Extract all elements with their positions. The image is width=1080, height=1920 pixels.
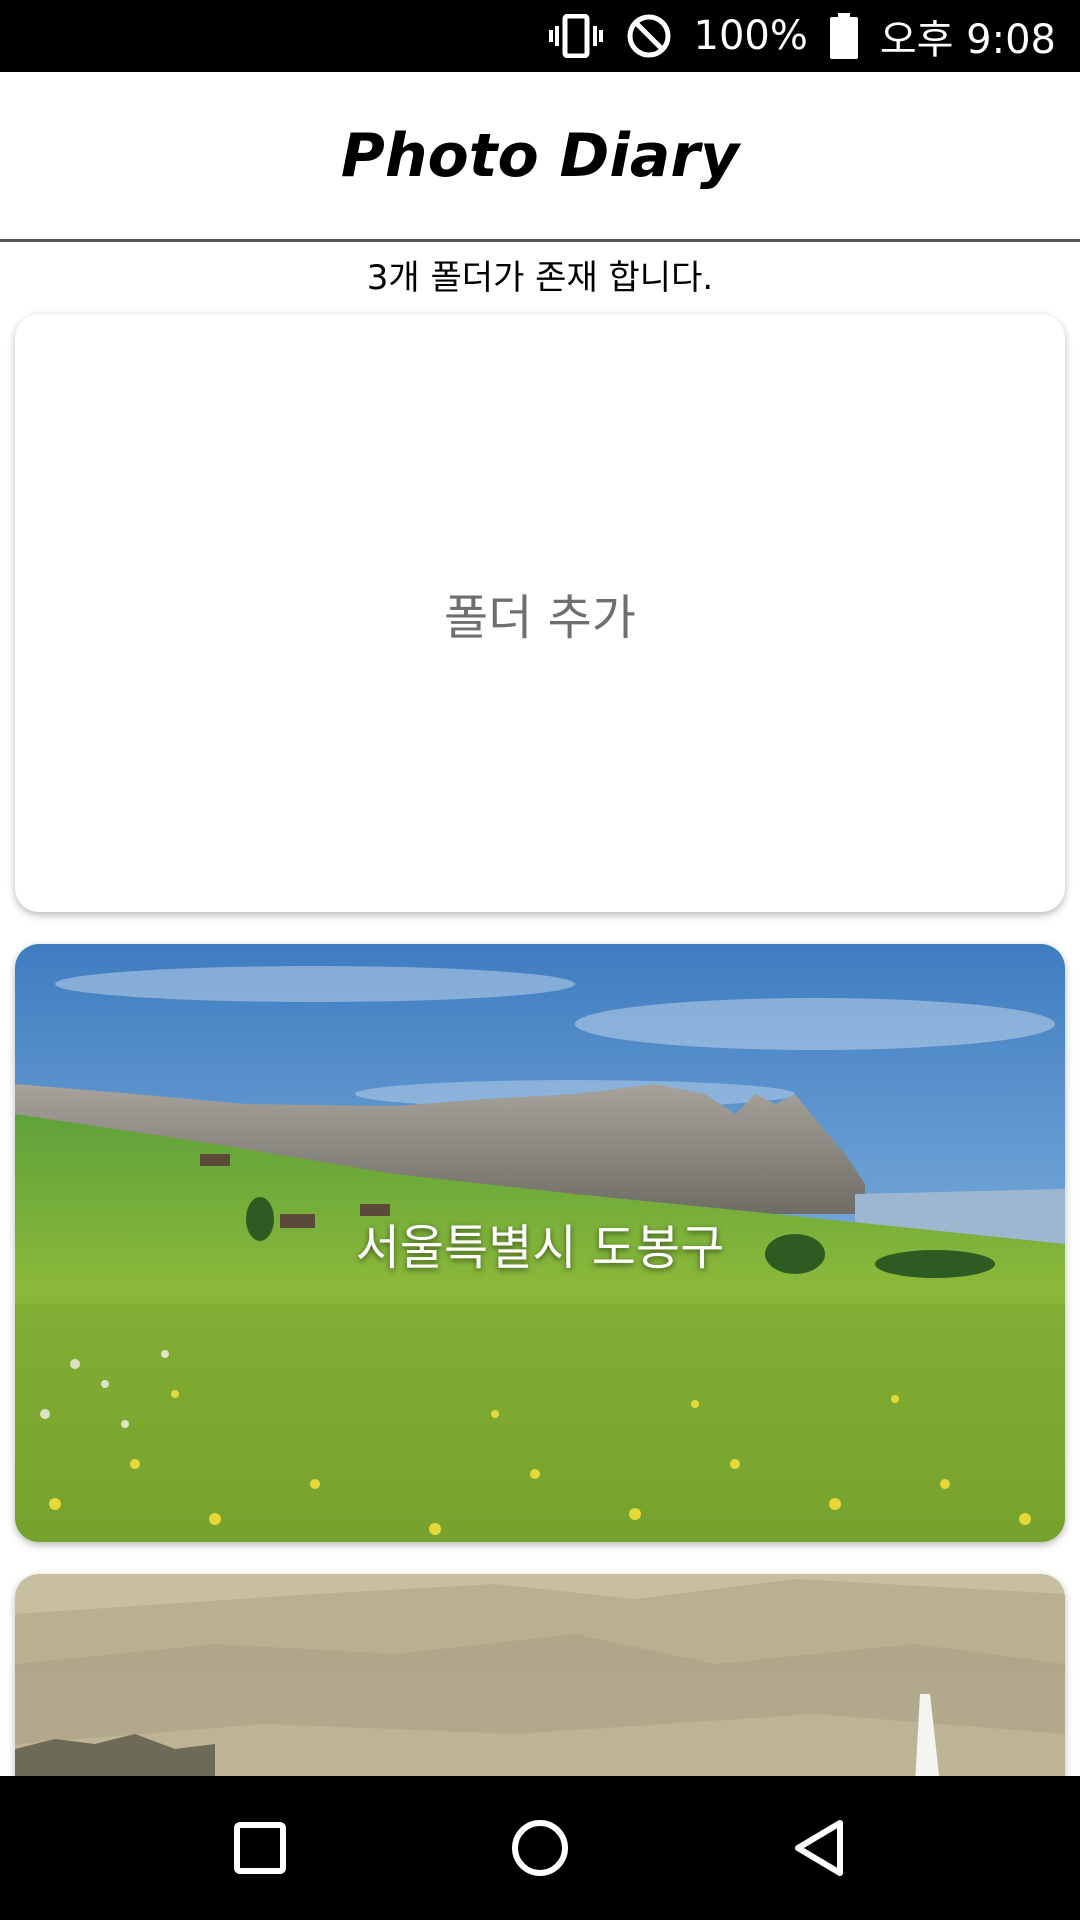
app-title: Photo Diary <box>340 120 740 191</box>
add-folder-card[interactable]: 폴더 추가 <box>15 314 1065 912</box>
folder-count-text: 3개 폴더가 존재 합니다. <box>366 257 714 298</box>
navigation-bar <box>0 1776 1080 1920</box>
vibrate-icon <box>548 14 604 58</box>
add-folder-label: 폴더 추가 <box>444 590 636 646</box>
app-bar: Photo Diary <box>0 72 1080 242</box>
status-bar: 100% 오후 9:08 <box>0 0 1080 72</box>
folder-label: 서울특별시 도봉구 <box>355 1220 725 1276</box>
recents-square-icon[interactable] <box>200 1788 320 1908</box>
battery-percent: 100% <box>693 13 808 59</box>
battery-icon <box>829 13 858 59</box>
clock: 오후 9:08 <box>879 17 1056 63</box>
home-circle-icon[interactable] <box>480 1788 600 1908</box>
folder-card[interactable]: 서울특별시 도봉구 <box>15 944 1065 1542</box>
back-triangle-icon[interactable] <box>760 1788 880 1908</box>
do-not-disturb-icon <box>626 13 672 59</box>
